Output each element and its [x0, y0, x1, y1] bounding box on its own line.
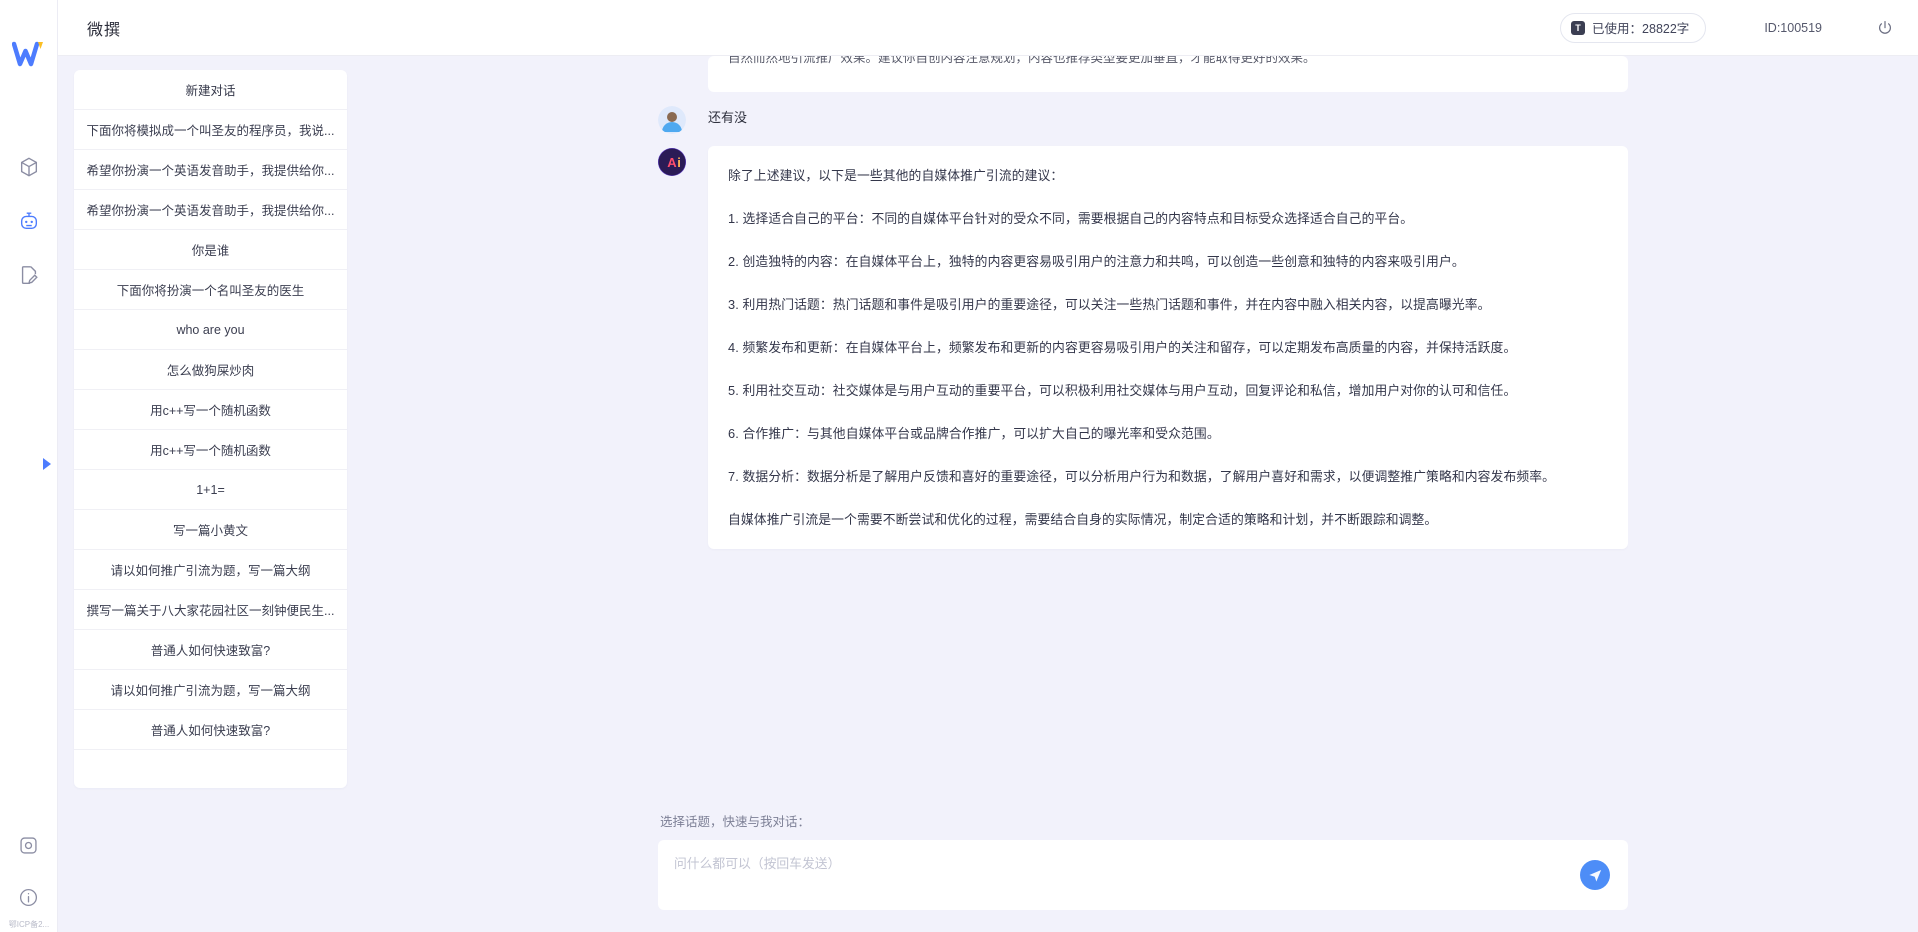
ai-message-row: A i 除了上述建议，以下是一些其他的自媒体推广引流的建议： 1. 选择适合自己… [658, 146, 1628, 549]
icp-record-text: 鄂ICP备2... [0, 919, 58, 930]
new-chat-label: 新建对话 [185, 80, 235, 99]
user-message-row: 还有没 [658, 104, 1628, 134]
svg-text:i: i [677, 155, 681, 170]
user-avatar [658, 106, 686, 134]
ai-paragraph: 1. 选择适合自己的平台：不同的自媒体平台针对的受众不同，需要根据自己的内容特点… [728, 207, 1606, 230]
usage-pill[interactable]: T 已使用：28822字 [1560, 13, 1706, 43]
conversation-title: 下面你将模拟成一个叫圣友的程序员，我说... [87, 120, 335, 139]
usage-label: 已使用：28822字 [1592, 18, 1689, 37]
chat-column: 自然而然地引流推广效果。建议你自创内容注意规划，内容也推荐类型要更加垂直，才能取… [363, 56, 1918, 932]
conversation-item[interactable]: 希望你扮演一个英语发音助手，我提供给你... [74, 150, 347, 190]
conversation-item[interactable]: 普通人如何快速致富? [74, 630, 347, 670]
conversation-item[interactable]: 用c++写一个随机函数 [74, 390, 347, 430]
conversation-title: 希望你扮演一个英语发音助手，我提供给你... [87, 160, 335, 179]
ai-paragraph: 除了上述建议，以下是一些其他的自媒体推广引流的建议： [728, 164, 1606, 187]
app-body: 新建对话 下面你将模拟成一个叫圣友的程序员，我说... 希望你扮演一个英语发音助… [58, 56, 1918, 932]
ai-paragraph: 7. 数据分析：数据分析是了解用户反馈和喜好的重要途径，可以分析用户行为和数据，… [728, 465, 1606, 488]
w-logo [11, 38, 47, 72]
info-icon[interactable] [16, 884, 42, 910]
ai-avatar: A i [658, 148, 686, 176]
ai-paragraph: 4. 频繁发布和更新：在自媒体平台上，频繁发布和更新的内容更容易吸引用户的关注和… [728, 336, 1606, 359]
conversation-title: 普通人如何快速致富? [151, 640, 270, 659]
conversation-title: 用c++写一个随机函数 [150, 440, 271, 459]
target-icon[interactable] [16, 832, 42, 858]
svg-text:A: A [667, 155, 677, 170]
conversation-item[interactable]: who are you [74, 310, 347, 350]
conversation-item[interactable]: 请以如何推广引流为题，写一篇大纲 [74, 670, 347, 710]
composer: 选择话题，快速与我对话： [658, 811, 1628, 932]
conversation-title: 普通人如何快速致富? [151, 720, 270, 739]
conversation-title: 请以如何推广引流为题，写一篇大纲 [110, 560, 310, 579]
ai-paragraph: 3. 利用热门话题：热门话题和事件是吸引用户的重要途径，可以关注一些热门话题和事… [728, 293, 1606, 316]
conversation-title: who are you [176, 323, 244, 337]
conversation-list: 新建对话 下面你将模拟成一个叫圣友的程序员，我说... 希望你扮演一个英语发音助… [74, 70, 347, 788]
document-edit-icon[interactable] [16, 262, 42, 288]
conversation-sidebar: 新建对话 下面你将模拟成一个叫圣友的程序员，我说... 希望你扮演一个英语发音助… [58, 56, 363, 932]
send-button[interactable] [1580, 860, 1610, 890]
app-root: 鄂ICP备2... 微撰 T 已使用：28822字 ID:100519 新建对 [0, 0, 1918, 932]
conversation-item[interactable]: 写一篇小黄文 [74, 510, 347, 550]
conversation-item[interactable]: 普通人如何快速致富? [74, 710, 347, 750]
text-badge-icon: T [1571, 21, 1585, 35]
user-message-text: 还有没 [708, 104, 747, 132]
top-header: 微撰 T 已使用：28822字 ID:100519 [58, 0, 1918, 56]
message-list: 自然而然地引流推广效果。建议你自创内容注意规划，内容也推荐类型要更加垂直，才能取… [658, 56, 1628, 811]
expand-arrow-icon[interactable] [40, 455, 54, 473]
message-input[interactable] [658, 840, 1628, 910]
conversation-title: 下面你将扮演一个名叫圣友的医生 [117, 280, 305, 299]
header-right-group: T 已使用：28822字 ID:100519 [1560, 13, 1918, 43]
power-icon[interactable] [1874, 17, 1896, 39]
ai-paragraph: 5. 利用社交互动：社交媒体是与用户互动的重要平台，可以积极利用社交媒体与用户互… [728, 379, 1606, 402]
composer-box [658, 840, 1628, 910]
ai-message-bubble: 除了上述建议，以下是一些其他的自媒体推广引流的建议： 1. 选择适合自己的平台：… [708, 146, 1628, 549]
icon-rail: 鄂ICP备2... [0, 0, 58, 932]
clipped-previous-message: 自然而然地引流推广效果。建议你自创内容注意规划，内容也推荐类型要更加垂直，才能取… [708, 56, 1628, 92]
ai-paragraph: 2. 创造独特的内容：在自媒体平台上，独特的内容更容易吸引用户的注意力和共鸣，可… [728, 250, 1606, 273]
conversation-item[interactable]: 用c++写一个随机函数 [74, 430, 347, 470]
rail-icon-group [16, 154, 42, 288]
clipped-message-text: 自然而然地引流推广效果。建议你自创内容注意规划，内容也推荐类型要更加垂直，才能取… [728, 56, 1610, 66]
conversation-title: 希望你扮演一个英语发音助手，我提供给你... [87, 200, 335, 219]
conversation-item[interactable]: 下面你将扮演一个名叫圣友的医生 [74, 270, 347, 310]
conversation-title: 请以如何推广引流为题，写一篇大纲 [110, 680, 310, 699]
rail-bottom-group [0, 832, 57, 910]
conversation-item[interactable]: 撰写一篇关于八大家花园社区一刻钟便民生... [74, 590, 347, 630]
conversation-title: 1+1= [196, 483, 225, 497]
conversation-item[interactable]: 希望你扮演一个英语发音助手，我提供给你... [74, 190, 347, 230]
user-id-label: ID:100519 [1764, 21, 1822, 35]
conversation-item[interactable]: 请以如何推广引流为题，写一篇大纲 [74, 550, 347, 590]
page-title: 微撰 [87, 16, 121, 40]
conversation-title: 写一篇小黄文 [173, 520, 248, 539]
ai-paragraph: 自媒体推广引流是一个需要不断尝试和优化的过程，需要结合自身的实际情况，制定合适的… [728, 508, 1606, 531]
conversation-item[interactable]: 下面你将模拟成一个叫圣友的程序员，我说... [74, 110, 347, 150]
conversation-item[interactable]: 怎么做狗屎炒肉 [74, 350, 347, 390]
conversation-item[interactable]: 1+1= [74, 470, 347, 510]
cube-icon[interactable] [16, 154, 42, 180]
new-chat-button[interactable]: 新建对话 [74, 70, 347, 110]
conversation-title: 撰写一篇关于八大家花园社区一刻钟便民生... [87, 600, 335, 619]
ai-paragraph: 6. 合作推广：与其他自媒体平台或品牌合作推广，可以扩大自己的曝光率和受众范围。 [728, 422, 1606, 445]
composer-label: 选择话题，快速与我对话： [660, 811, 1628, 830]
conversation-title: 你是谁 [192, 240, 230, 259]
conversation-title: 怎么做狗屎炒肉 [167, 360, 255, 379]
conversation-title: 用c++写一个随机函数 [150, 400, 271, 419]
robot-icon[interactable] [16, 208, 42, 234]
conversation-item[interactable]: 你是谁 [74, 230, 347, 270]
